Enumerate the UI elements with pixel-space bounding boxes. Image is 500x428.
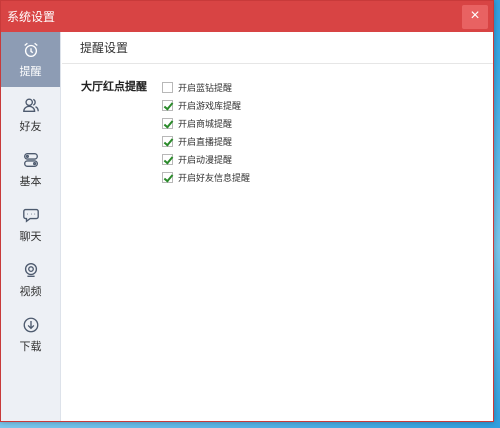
- checkbox[interactable]: [162, 82, 173, 93]
- sidebar-item-chat[interactable]: 聊天: [1, 197, 60, 252]
- sidebar-item-label: 好友: [19, 120, 42, 133]
- option-label: 开启蓝钻提醒: [178, 83, 233, 93]
- options-list: 开启蓝钻提醒 开启游戏库提醒 开启商城提醒 开启直播提醒 开启动漫提醒 开启好友…: [162, 80, 250, 188]
- sidebar-item-reminder[interactable]: 提醒: [1, 32, 60, 87]
- option-bluediamond[interactable]: 开启蓝钻提醒: [162, 80, 250, 95]
- option-label: 开启好友信息提醒: [178, 173, 251, 183]
- section-title: 提醒设置: [62, 32, 493, 64]
- window-title: 系统设置: [7, 10, 56, 24]
- checkbox[interactable]: [162, 118, 173, 129]
- sidebar-item-basic[interactable]: 基本: [1, 142, 60, 197]
- friends-icon: [22, 97, 39, 112]
- checkbox[interactable]: [162, 154, 173, 165]
- sidebar-item-label: 基本: [19, 175, 42, 188]
- sidebar-item-friends[interactable]: 好友: [1, 87, 60, 142]
- basic-settings-icon: [23, 152, 38, 167]
- watermark-url: www.downbank.cn: [410, 410, 485, 420]
- option-label: 开启商城提醒: [178, 119, 233, 129]
- sidebar-item-video[interactable]: 视频: [1, 252, 60, 307]
- alarm-clock-icon: [23, 42, 38, 57]
- option-label: 开启直播提醒: [178, 137, 233, 147]
- sidebar: 提醒 好友 基本 聊天 视频 下载: [1, 32, 61, 421]
- option-mall[interactable]: 开启商城提醒: [162, 116, 250, 131]
- main-content: 提醒设置 大厅红点提醒: [62, 32, 493, 421]
- group-label: 大厅红点提醒: [81, 81, 147, 93]
- option-label: 开启游戏库提醒: [178, 101, 242, 111]
- option-gamelibrary[interactable]: 开启游戏库提醒: [162, 98, 250, 113]
- watermark-text: 下载银行: [410, 388, 486, 408]
- close-button[interactable]: ×: [462, 4, 488, 29]
- settings-window: 系统设置 × 提醒 好友 基本 聊天 视频 下载 提醒设置 大厅红点提醒 开启蓝…: [0, 0, 494, 422]
- chat-icon: [22, 208, 39, 223]
- option-friendinfo[interactable]: 开启好友信息提醒: [162, 170, 250, 185]
- download-icon: [23, 317, 38, 332]
- checkbox[interactable]: [162, 136, 173, 147]
- sidebar-item-label: 下载: [19, 340, 42, 353]
- camera-icon: [24, 262, 37, 277]
- watermark-logo-icon: [374, 388, 404, 417]
- sidebar-item-label: 聊天: [19, 230, 42, 243]
- checkbox[interactable]: [162, 100, 173, 111]
- sidebar-item-label: 视频: [19, 285, 42, 298]
- option-live[interactable]: 开启直播提醒: [162, 134, 250, 149]
- watermark: 下载银行 www.downbank.cn: [372, 384, 486, 420]
- sidebar-item-label: 提醒: [19, 65, 42, 78]
- sidebar-item-download[interactable]: 下载: [1, 307, 60, 362]
- option-label: 开启动漫提醒: [178, 155, 233, 165]
- checkbox[interactable]: [162, 172, 173, 183]
- option-anime[interactable]: 开启动漫提醒: [162, 152, 250, 167]
- setting-group: 大厅红点提醒: [81, 77, 147, 95]
- title-bar[interactable]: 系统设置 ×: [1, 1, 493, 32]
